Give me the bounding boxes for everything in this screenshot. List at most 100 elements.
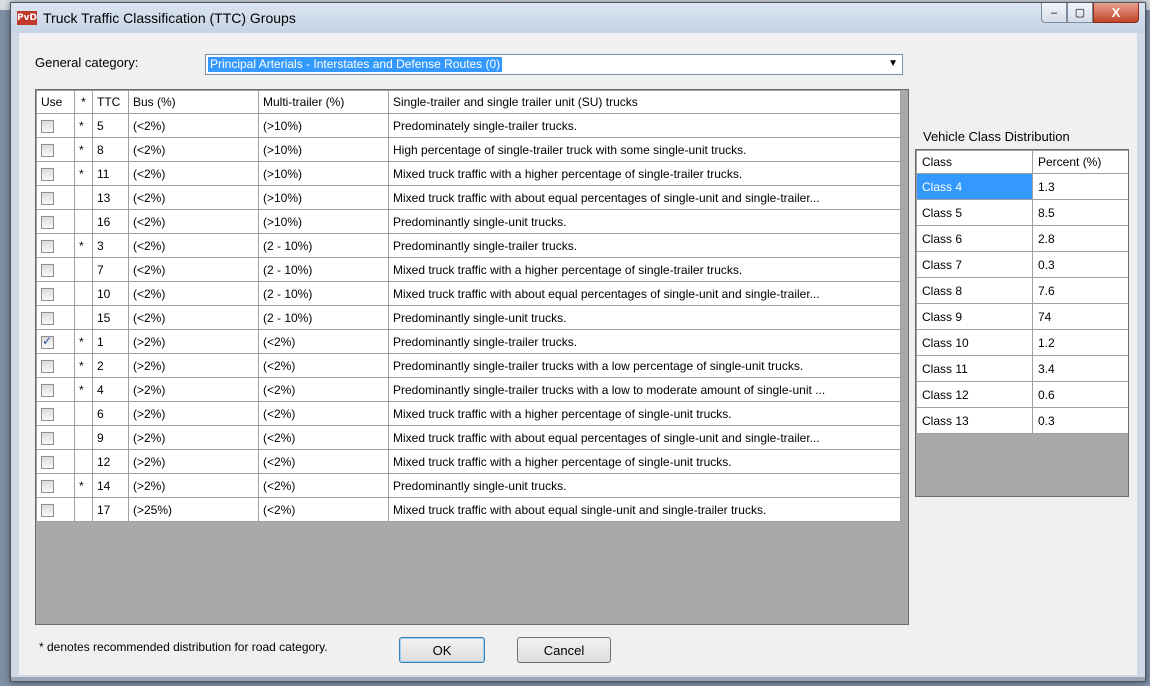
table-row[interactable]: 10 (<2%) (2 - 10%) Mixed truck traffic with…: [36, 281, 901, 306]
title-bar[interactable]: PvD Truck Traffic Classification (TTC) G…: [11, 3, 1145, 33]
table-row[interactable]: 9 (>2%) (<2%) Mixed truck traffic with abou…: [36, 425, 901, 450]
class-cell[interactable]: Class 10: [916, 329, 1033, 356]
table-row[interactable]: * 5 (<2%) (>10%) Predominately single-traile…: [36, 113, 901, 138]
general-category-label: General category:: [35, 55, 139, 70]
use-cell[interactable]: [36, 353, 75, 378]
ttc-grid[interactable]: Use * TTC Bus (%) Multi-trailer (%) Sing…: [35, 89, 909, 625]
class-cell[interactable]: Class 8: [916, 277, 1033, 304]
table-row[interactable]: Class 8 7.6: [916, 277, 1128, 304]
table-row[interactable]: Class 7 0.3: [916, 251, 1128, 278]
percent-cell[interactable]: 74: [1032, 303, 1128, 330]
column-header-ttc[interactable]: TTC: [92, 90, 129, 114]
percent-cell[interactable]: 7.6: [1032, 277, 1128, 304]
use-checkbox[interactable]: [41, 287, 54, 301]
use-cell[interactable]: [36, 209, 75, 234]
table-row[interactable]: * 14 (>2%) (<2%) Predominantly single-unit t…: [36, 473, 901, 498]
use-checkbox[interactable]: [41, 239, 54, 253]
use-cell[interactable]: [36, 401, 75, 426]
use-cell[interactable]: [36, 257, 75, 282]
table-row[interactable]: Class 9 74: [916, 303, 1128, 330]
table-row[interactable]: Class 10 1.2: [916, 329, 1128, 356]
use-checkbox[interactable]: [41, 479, 54, 493]
table-row[interactable]: 13 (<2%) (>10%) Mixed truck traffic with ab…: [36, 185, 901, 210]
use-checkbox[interactable]: [41, 407, 54, 421]
class-cell[interactable]: Class 7: [916, 251, 1033, 278]
use-cell[interactable]: [36, 473, 75, 498]
minimize-button[interactable]: –: [1041, 3, 1067, 23]
table-row[interactable]: * 8 (<2%) (>10%) High percentage of single-t…: [36, 137, 901, 162]
percent-cell[interactable]: 8.5: [1032, 199, 1128, 226]
table-row[interactable]: 7 (<2%) (2 - 10%) Mixed truck traffic with …: [36, 257, 901, 282]
column-header-recommended[interactable]: *: [74, 90, 93, 114]
use-cell[interactable]: [36, 233, 75, 258]
use-cell[interactable]: [36, 329, 75, 354]
table-row[interactable]: Class 4 1.3: [916, 173, 1128, 200]
use-cell[interactable]: [36, 449, 75, 474]
table-row[interactable]: * 11 (<2%) (>10%) Mixed truck traffic with a…: [36, 161, 901, 186]
use-checkbox[interactable]: [41, 455, 54, 469]
table-row[interactable]: 12 (>2%) (<2%) Mixed truck traffic with a h…: [36, 449, 901, 474]
column-header-multi-trailer[interactable]: Multi-trailer (%): [258, 90, 389, 114]
table-row[interactable]: Class 5 8.5: [916, 199, 1128, 226]
use-cell[interactable]: [36, 377, 75, 402]
ok-button[interactable]: OK: [399, 637, 485, 663]
use-checkbox[interactable]: [41, 143, 54, 157]
table-row[interactable]: 15 (<2%) (2 - 10%) Predominantly single-uni…: [36, 305, 901, 330]
use-checkbox[interactable]: [41, 311, 54, 325]
percent-cell[interactable]: 0.3: [1032, 407, 1128, 434]
table-row[interactable]: Class 12 0.6: [916, 381, 1128, 408]
use-checkbox[interactable]: [41, 191, 54, 205]
table-row[interactable]: *1(>2%)(<2%)Predominantly single-trailer…: [36, 329, 901, 354]
use-checkbox[interactable]: [41, 167, 54, 181]
use-cell[interactable]: [36, 497, 75, 522]
table-row[interactable]: 16 (<2%) (>10%) Predominantly single-unit t…: [36, 209, 901, 234]
column-header-use[interactable]: Use: [36, 90, 75, 114]
column-header-description[interactable]: Single-trailer and single trailer unit (…: [388, 90, 901, 114]
vehicle-class-grid[interactable]: Class Percent (%) Class 4 1.3 Class 5 8.5 Cl…: [915, 149, 1129, 497]
general-category-select[interactable]: Principal Arterials - Interstates and De…: [205, 54, 903, 75]
column-header-percent[interactable]: Percent (%): [1032, 150, 1128, 174]
close-button[interactable]: X: [1093, 3, 1139, 23]
use-cell[interactable]: [36, 425, 75, 450]
percent-cell[interactable]: 3.4: [1032, 355, 1128, 382]
class-cell[interactable]: Class 5: [916, 199, 1033, 226]
class-cell[interactable]: Class 4: [916, 173, 1033, 200]
class-cell[interactable]: Class 11: [916, 355, 1033, 382]
class-cell[interactable]: Class 12: [916, 381, 1033, 408]
percent-cell[interactable]: 1.2: [1032, 329, 1128, 356]
maximize-button[interactable]: ▢: [1067, 3, 1093, 23]
use-checkbox[interactable]: [41, 431, 54, 445]
use-checkbox[interactable]: [41, 359, 54, 373]
class-cell[interactable]: Class 6: [916, 225, 1033, 252]
table-row[interactable]: * 3 (<2%) (2 - 10%) Predominantly single-tra…: [36, 233, 901, 258]
table-row[interactable]: * 4 (>2%) (<2%) Predominantly single-trailer…: [36, 377, 901, 402]
table-row[interactable]: * 2 (>2%) (<2%) Predominantly single-trailer…: [36, 353, 901, 378]
percent-cell[interactable]: 1.3: [1032, 173, 1128, 200]
table-row[interactable]: Class 6 2.8: [916, 225, 1128, 252]
use-checkbox[interactable]: [41, 503, 54, 517]
chevron-down-icon[interactable]: ▼: [888, 58, 898, 69]
use-cell[interactable]: [36, 281, 75, 306]
column-header-bus[interactable]: Bus (%): [128, 90, 259, 114]
use-cell[interactable]: [36, 113, 75, 138]
cancel-button[interactable]: Cancel: [517, 637, 611, 663]
class-cell[interactable]: Class 13: [916, 407, 1033, 434]
use-cell[interactable]: [36, 305, 75, 330]
use-cell[interactable]: [36, 185, 75, 210]
percent-cell[interactable]: 0.3: [1032, 251, 1128, 278]
table-row[interactable]: 17 (>25%) (<2%) Mixed truck traffic with ab…: [36, 497, 901, 522]
table-row[interactable]: Class 13 0.3: [916, 407, 1128, 434]
use-checkbox[interactable]: [41, 263, 54, 277]
use-checkbox[interactable]: [41, 383, 54, 397]
percent-cell[interactable]: 0.6: [1032, 381, 1128, 408]
use-cell[interactable]: [36, 137, 75, 162]
use-cell[interactable]: [36, 161, 75, 186]
use-checkbox[interactable]: [41, 334, 54, 349]
percent-cell[interactable]: 2.8: [1032, 225, 1128, 252]
column-header-class[interactable]: Class: [916, 150, 1033, 174]
table-row[interactable]: 6 (>2%) (<2%) Mixed truck traffic with a hi…: [36, 401, 901, 426]
class-cell[interactable]: Class 9: [916, 303, 1033, 330]
table-row[interactable]: Class 11 3.4: [916, 355, 1128, 382]
use-checkbox[interactable]: [41, 119, 54, 133]
use-checkbox[interactable]: [41, 215, 54, 229]
